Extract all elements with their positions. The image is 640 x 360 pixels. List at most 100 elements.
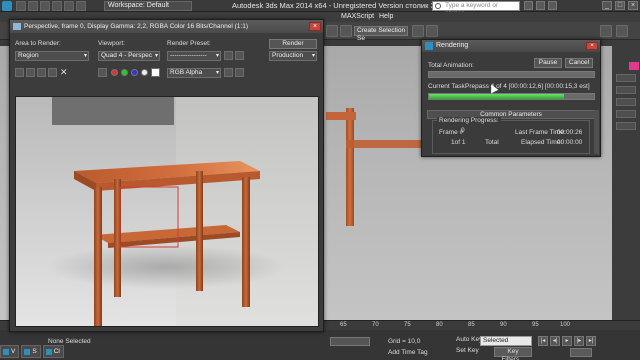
rendering-dialog-close-button[interactable]: × — [586, 42, 598, 50]
star-icon[interactable] — [536, 1, 545, 10]
panel-control[interactable] — [616, 122, 636, 130]
frame-window-title: Perspective, frame 0, Display Gamma: 2,2… — [24, 23, 248, 30]
taskbar-item[interactable]: S — [21, 345, 41, 358]
render-teapot-icon[interactable] — [600, 25, 612, 37]
minimize-button[interactable]: _ — [602, 1, 612, 10]
3dsmax-logo-icon[interactable] — [2, 1, 12, 11]
new-file-icon[interactable] — [16, 1, 26, 11]
menu-maxscript[interactable]: MAXScript — [341, 12, 374, 22]
add-time-tag-button[interactable]: Add Time Tag — [388, 348, 428, 357]
timeline-tick: 75 — [404, 322, 411, 328]
blue-channel-icon[interactable] — [131, 69, 138, 76]
print-image-icon[interactable] — [48, 68, 57, 77]
current-task-value: Prepass 4 of 4 [00:00:12,6] [00:00:15,3 … — [465, 83, 590, 90]
alpha-channel-icon[interactable] — [141, 69, 148, 76]
clear-icon[interactable]: ✕ — [60, 68, 68, 77]
green-channel-icon[interactable] — [121, 69, 128, 76]
total-label: Total — [485, 139, 499, 146]
redo-icon[interactable] — [64, 1, 74, 11]
cancel-button[interactable]: Cancel — [565, 58, 593, 68]
undo-icon[interactable] — [52, 1, 62, 11]
next-frame-icon[interactable]: |▸ — [574, 336, 584, 346]
maximize-button[interactable]: □ — [615, 1, 625, 10]
menu-help[interactable]: Help — [379, 12, 393, 22]
total-animation-label: Total Animation: — [428, 62, 474, 69]
go-to-end-icon[interactable]: ▸| — [586, 336, 596, 346]
close-button[interactable]: × — [628, 1, 638, 10]
help-icon[interactable] — [548, 1, 557, 10]
quick-access-toolbar — [16, 1, 86, 11]
set-key-button[interactable]: Set Key — [456, 347, 479, 354]
timeline-tick: 85 — [468, 322, 475, 328]
viewport-dropdown[interactable]: Quad 4 - Perspec — [98, 51, 160, 61]
pending-bucket-region — [52, 97, 174, 125]
render-preset-dropdown[interactable]: ----------------- — [167, 51, 221, 61]
render-frame-icon[interactable] — [616, 25, 628, 37]
rendering-dialog-title-bar[interactable]: Rendering × — [422, 40, 600, 52]
dialog-scrollbar[interactable] — [594, 110, 599, 154]
grid-size-label: Grid = 10,0 — [388, 338, 421, 345]
binoculars-icon[interactable] — [524, 1, 533, 10]
taskbar-item[interactable]: V — [0, 345, 20, 358]
channel-dropdown[interactable]: RGB Alpha — [167, 68, 221, 78]
preset-save-icon[interactable] — [224, 51, 233, 60]
preset-load-icon[interactable] — [235, 51, 244, 60]
toggle-overlay-icon[interactable] — [235, 68, 244, 77]
production-dropdown[interactable]: Production — [269, 51, 317, 61]
help-search-input[interactable]: Type a keyword or phrase — [432, 1, 520, 17]
timeline-tick: 80 — [436, 322, 443, 328]
toggle-ui-icon[interactable] — [224, 68, 233, 77]
panel-control[interactable] — [616, 86, 636, 94]
copy-image-icon[interactable] — [26, 68, 35, 77]
current-frame-field[interactable] — [570, 348, 592, 357]
toolbar-icon[interactable] — [340, 25, 352, 37]
key-filters-button[interactable]: Key Filters... — [494, 347, 532, 360]
elapsed-time-value: 00:00:00 — [557, 139, 583, 146]
pause-button[interactable]: Pause — [534, 58, 562, 68]
current-task-progress-bar — [428, 93, 595, 100]
table-leg — [242, 177, 250, 307]
panel-control[interactable] — [616, 74, 636, 82]
panel-control[interactable] — [616, 110, 636, 118]
coordinate-field[interactable] — [330, 337, 370, 346]
save-file-icon[interactable] — [40, 1, 50, 11]
hold-icon[interactable] — [76, 1, 86, 11]
rendering-dialog-title: Rendering — [436, 42, 469, 49]
save-image-icon[interactable] — [15, 68, 24, 77]
frame-window-title-bar[interactable]: Perspective, frame 0, Display Gamma: 2,2… — [10, 20, 323, 33]
timeline-tick: 70 — [372, 322, 379, 328]
prev-frame-icon[interactable]: ◂| — [550, 336, 560, 346]
open-file-icon[interactable] — [28, 1, 38, 11]
frame-window-icon — [13, 23, 21, 30]
taskbar: V S Cl — [0, 345, 64, 358]
workspace-dropdown[interactable]: Workspace: Default — [104, 1, 192, 11]
last-frame-time-value: 00:00:26 — [557, 129, 583, 136]
toolbar-icon[interactable] — [426, 25, 438, 37]
red-channel-icon[interactable] — [111, 69, 118, 76]
play-icon[interactable]: ▸ — [562, 336, 572, 346]
frame-count-value: 1of 1 — [451, 139, 466, 146]
render-button[interactable]: Render — [269, 39, 317, 49]
viewport-label: Viewport: — [98, 40, 125, 47]
elapsed-time-label: Elapsed Time: — [521, 139, 563, 146]
key-selection-dropdown[interactable]: Selected — [480, 336, 532, 346]
rendering-progress-group: Rendering Progress: Frame # 0 1of 1 Tota… — [432, 117, 590, 154]
channel-display-icon[interactable] — [98, 68, 107, 77]
auto-key-button[interactable]: Auto Key — [456, 336, 482, 343]
panel-control[interactable] — [616, 98, 636, 106]
frame-window-close-button[interactable]: × — [309, 22, 321, 31]
go-to-start-icon[interactable]: |◂ — [538, 336, 548, 346]
taskbar-item[interactable]: Cl — [42, 345, 64, 358]
color-swatch[interactable] — [629, 62, 639, 70]
mono-icon[interactable] — [151, 68, 160, 77]
rendered-table-image — [16, 97, 318, 326]
area-to-render-label: Area to Render: — [15, 40, 61, 47]
toolbar-icon[interactable] — [412, 25, 424, 37]
area-to-render-dropdown[interactable]: Region — [15, 51, 89, 61]
render-preset-label: Render Preset: — [167, 40, 211, 47]
toolbar-icon[interactable] — [326, 25, 338, 37]
create-selection-set-dropdown[interactable]: Create Selection Se — [354, 26, 408, 42]
clone-frame-icon[interactable] — [37, 68, 46, 77]
timeline-tick: 90 — [500, 322, 507, 328]
rendered-image[interactable] — [15, 96, 319, 327]
